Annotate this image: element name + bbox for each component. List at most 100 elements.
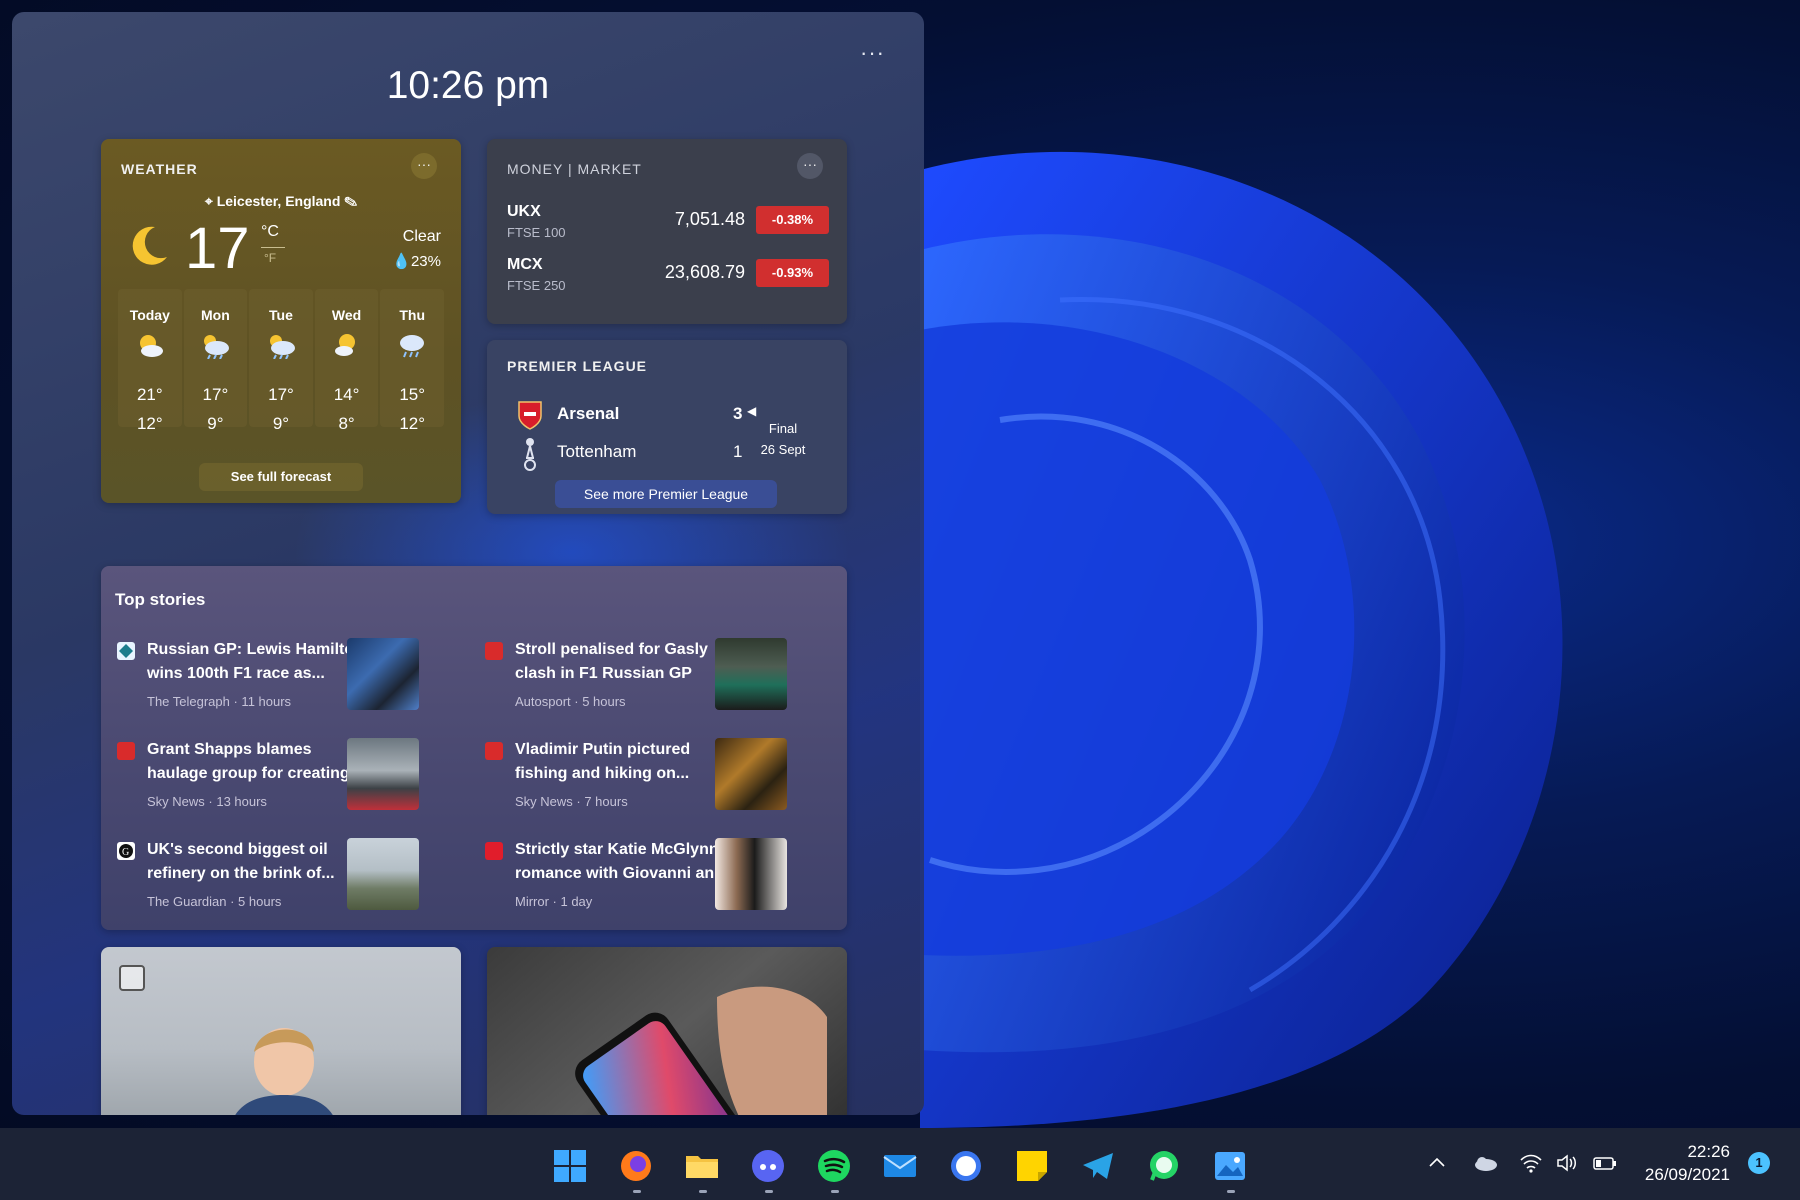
see-full-forecast-button[interactable]: See full forecast [199,463,363,491]
forecast-day[interactable]: Mon 17° 9° [183,289,248,433]
day-low: 12° [399,414,426,433]
home-team-name: Arsenal [557,404,620,423]
day-name: Today [129,307,170,323]
day-high: 17° [202,385,229,404]
story-headline: Grant Shapps blames haulage group for cr… [147,741,364,782]
day-high: 17° [268,385,294,404]
market-value: 23,608.79 [664,262,745,282]
wifi-icon[interactable] [1518,1150,1544,1176]
taskbar-time: 22:26 [1687,1142,1730,1161]
market-name: FTSE 100 [507,225,566,240]
spotify-icon[interactable] [816,1148,852,1193]
sticky-notes-icon[interactable] [1014,1148,1050,1184]
taskbar-clock[interactable]: 22:26 26/09/2021 [1634,1140,1730,1186]
story-source: Sky News · 13 hours [147,794,267,809]
weather-card[interactable]: WEATHER ··· ⌖ Leicester, England ✎ 17 °C… [101,139,461,503]
market-row[interactable]: UKX FTSE 100 7,051.48 -0.38% [507,203,829,247]
sky-news-logo-icon [117,742,135,760]
smartphone-photo [575,986,827,1115]
forecast-day[interactable]: Wed 14° 8° [314,289,379,433]
telegram-icon[interactable] [1080,1148,1116,1184]
day-low: 12° [136,414,163,433]
running-indicator [1227,1190,1235,1193]
home-team-score: 3 [733,404,743,423]
story-item[interactable]: Russian GP: Lewis Hamilton wins 100th F1… [117,638,475,718]
top-stories-title: Top stories [115,590,206,609]
unit-fahrenheit[interactable]: °F [264,251,276,265]
story-source: Mirror · 1 day [515,894,593,909]
story-headline: Strictly star Katie McGlynn's romance wi… [515,841,732,882]
market-card[interactable]: MONEY | MARKET ··· UKX FTSE 100 7,051.48… [487,139,847,324]
market-value: 7,051.48 [674,209,745,229]
story-thumbnail [347,738,419,810]
weather-more-icon[interactable]: ··· [411,153,437,179]
gallery-icon[interactable] [119,965,145,991]
day-low: 9° [272,414,290,433]
panel-clock: 10:26 pm [386,64,550,107]
whatsapp-icon[interactable] [1146,1148,1182,1184]
story-source: Autosport · 5 hours [515,694,626,709]
cloud-sun-icon [249,331,313,361]
forecast-day[interactable]: Today 21° 12° [118,289,182,433]
notification-badge[interactable]: 1 [1748,1152,1770,1174]
photos-icon[interactable] [1212,1148,1248,1193]
forecast-day[interactable]: Thu 15° 12° [380,289,444,433]
day-name: Thu [399,307,425,323]
market-change-badge: -0.93% [756,259,829,287]
away-team-score: 1 [733,442,743,461]
photo-card[interactable] [101,947,461,1115]
story-source: Sky News · 7 hours [515,794,628,809]
match-date: 26 Sept [760,442,806,457]
taskbar: 22:26 26/09/2021 1 [0,1128,1800,1200]
story-item[interactable]: G UK's second biggest oil refinery on th… [117,838,475,918]
precipitation-value: 23% [410,253,441,270]
running-indicator [831,1190,839,1193]
svg-text:G: G [122,847,129,858]
location-pin-icon: ⌖ [204,193,213,209]
onedrive-icon[interactable] [1472,1150,1498,1176]
panel-more-icon[interactable]: ··· [860,40,885,66]
premier-league-card[interactable]: PREMIER LEAGUE Arsenal 3 ◀ Tottenham 1 F… [487,340,847,514]
story-item[interactable]: Vladimir Putin pictured fishing and hiki… [485,738,843,818]
story-headline: Russian GP: Lewis Hamilton wins 100th F1… [147,641,364,682]
running-indicator [633,1190,641,1193]
chevron-up-icon[interactable] [1424,1150,1450,1176]
weather-location[interactable]: ⌖ Leicester, England ✎ [101,193,461,210]
edit-pencil-icon[interactable]: ✎ [344,193,357,209]
story-thumbnail [715,638,787,710]
day-high: 14° [333,385,360,404]
story-headline: Stroll penalised for Gasly clash in F1 R… [515,641,708,682]
story-headline: UK's second biggest oil refinery on the … [147,841,335,882]
firefox-icon[interactable] [618,1148,654,1193]
day-name: Wed [331,307,362,323]
weather-precipitation: 💧23% [392,252,441,270]
moon-icon [132,226,167,265]
start-icon[interactable] [552,1148,588,1184]
mail-icon[interactable] [882,1148,918,1184]
market-name: FTSE 250 [507,278,566,293]
discord-icon[interactable] [750,1148,786,1193]
story-item[interactable]: Stroll penalised for Gasly clash in F1 R… [485,638,843,718]
weather-condition: Clear [402,228,441,245]
story-item[interactable]: Strictly star Katie McGlynn's romance wi… [485,838,843,918]
see-more-premier-league-button[interactable]: See more Premier League [555,480,777,508]
story-source: The Telegraph · 11 hours [147,694,292,709]
battery-icon[interactable] [1592,1150,1618,1176]
story-thumbnail [715,738,787,810]
rain-cloud-icon [380,331,444,361]
signal-icon[interactable] [948,1148,984,1184]
market-symbol: MCX [507,256,543,273]
volume-icon[interactable] [1554,1150,1580,1176]
forecast-day[interactable]: Tue 17° 9° [249,289,313,433]
unit-divider [261,247,285,248]
photo-card[interactable] [487,947,847,1115]
file-explorer-icon[interactable] [684,1148,720,1193]
running-indicator [699,1190,707,1193]
winner-caret-icon: ◀ [747,404,757,418]
day-name: Tue [269,307,293,323]
unit-celsius[interactable]: °C [261,223,279,241]
market-more-icon[interactable]: ··· [797,153,823,179]
story-item[interactable]: Grant Shapps blames haulage group for cr… [117,738,475,818]
match-status-label: Final [768,421,798,436]
market-row[interactable]: MCX FTSE 250 23,608.79 -0.93% [507,256,829,300]
